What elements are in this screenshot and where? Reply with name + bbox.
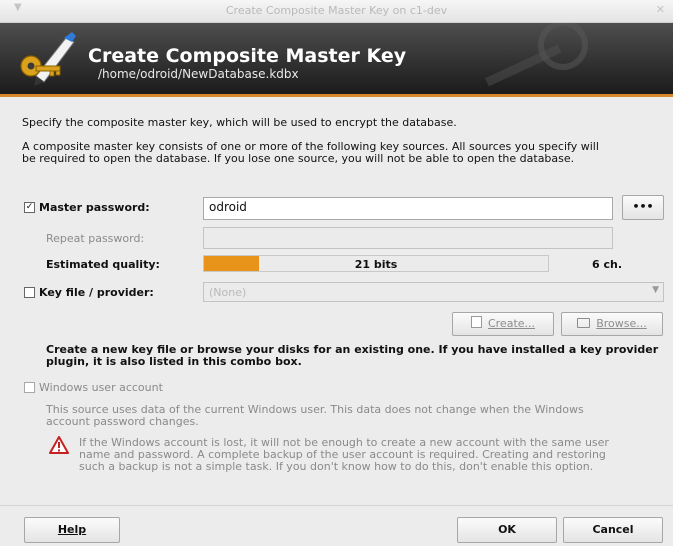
help-button[interactable]: Help xyxy=(24,517,120,543)
banner-key-watermark-icon xyxy=(485,23,588,87)
windows-user-checkbox[interactable] xyxy=(24,382,35,393)
database-path: /home/odroid/NewDatabase.kdbx xyxy=(98,67,299,81)
reveal-password-button[interactable]: ••• xyxy=(622,195,664,220)
chevron-down-icon[interactable]: ▼ xyxy=(652,285,659,295)
password-length-text: 6 ch. xyxy=(592,258,623,271)
key-file-select[interactable]: (None) ▼ xyxy=(203,282,664,302)
window-titlebar: ▼ Create Composite Master Key on c1-dev … xyxy=(0,0,673,23)
key-file-select-value: (None) xyxy=(209,286,247,299)
footer-divider xyxy=(0,505,673,506)
master-password-label: Master password: xyxy=(39,201,150,214)
warning-text-line-3: such a backup is not a simple task. If y… xyxy=(79,460,594,473)
cancel-button[interactable]: Cancel xyxy=(563,517,663,543)
dialog-banner: Create Composite Master Key /home/odroid… xyxy=(0,23,673,94)
dialog-heading: Create Composite Master Key xyxy=(88,45,407,67)
create-key-file-button[interactable]: Create... xyxy=(452,312,554,336)
repeat-password-input[interactable] xyxy=(203,227,613,249)
master-password-checkbox[interactable]: ✓ xyxy=(24,202,35,213)
new-file-icon xyxy=(470,316,482,328)
repeat-password-label: Repeat password: xyxy=(46,232,145,245)
warning-icon xyxy=(49,436,69,454)
key-file-label: Key file / provider: xyxy=(39,286,154,299)
window-title: Create Composite Master Key on c1-dev xyxy=(225,4,448,17)
intro-detail-line-2: be required to open the database. If you… xyxy=(22,152,575,165)
quality-bits-text: 21 bits xyxy=(354,258,398,271)
quality-progress-bar: 21 bits xyxy=(203,255,549,272)
key-file-help-line-2: plugin, it is also listed in this combo … xyxy=(46,355,302,368)
estimated-quality-label: Estimated quality: xyxy=(46,258,160,271)
close-icon[interactable]: ✕ xyxy=(656,3,665,16)
browse-button-label: Browse... xyxy=(596,317,647,330)
banner-accent-line xyxy=(0,94,673,97)
key-file-checkbox[interactable] xyxy=(24,287,35,298)
key-icon xyxy=(20,32,76,86)
browse-key-file-button[interactable]: Browse... xyxy=(561,312,663,336)
help-button-label: Help xyxy=(57,523,87,536)
windows-user-desc-line-2: account password changes. xyxy=(46,415,199,428)
create-button-label: Create... xyxy=(487,317,536,330)
ok-button[interactable]: OK xyxy=(457,517,557,543)
folder-icon xyxy=(577,318,591,328)
windows-user-label: Windows user account xyxy=(39,381,163,394)
intro-text: Specify the composite master key, which … xyxy=(22,116,457,129)
master-password-input[interactable]: odroid xyxy=(203,197,613,220)
